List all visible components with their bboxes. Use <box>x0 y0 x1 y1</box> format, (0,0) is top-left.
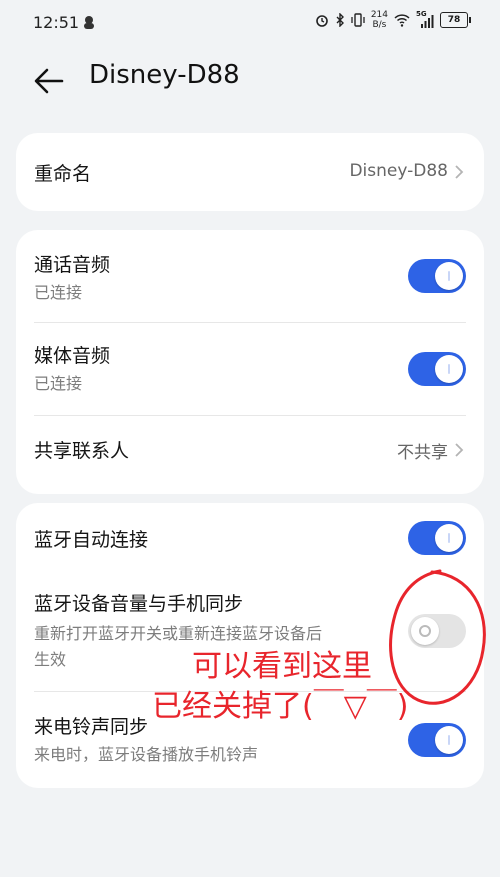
alarm-icon <box>316 15 328 27</box>
call-audio-status: 已连接 <box>34 283 83 302</box>
page-header: Disney-D88 <box>0 50 500 110</box>
auto-connect-title: 蓝牙自动连接 <box>34 529 149 551</box>
notification-icon <box>84 16 94 29</box>
chevron-right-icon <box>455 165 464 179</box>
network-speed: 214 B/s <box>371 10 388 30</box>
rename-card: 重命名 Disney-D88 <box>16 133 484 211</box>
status-bar: 12:51 214 B/s 5G 78 <box>0 0 500 46</box>
rename-row[interactable]: 重命名 Disney-D88 <box>16 133 484 211</box>
cellular-signal-icon: 5G <box>416 10 434 28</box>
volume-sync-desc-line2: 生效 <box>34 650 67 669</box>
annotation-line-2: 已经关掉了(￣▽￣) <box>152 689 409 724</box>
battery-indicator: 78 <box>440 12 471 28</box>
call-audio-row: 通话音频 已连接 <box>16 230 484 322</box>
share-contacts-title: 共享联系人 <box>34 440 130 462</box>
call-audio-toggle[interactable] <box>408 259 466 293</box>
ringtone-sync-desc: 来电时，蓝牙设备播放手机铃声 <box>34 745 259 764</box>
ringtone-sync-title: 来电铃声同步 <box>34 716 149 738</box>
vibrate-icon <box>351 13 365 27</box>
net-speed-unit: B/s <box>372 20 387 30</box>
rename-label: 重命名 <box>34 163 92 185</box>
share-contacts-row[interactable]: 共享联系人 不共享 <box>16 416 484 494</box>
audio-settings-card: 通话音频 已连接 媒体音频 已连接 共享联系人 不共享 <box>16 230 484 494</box>
chevron-right-icon <box>455 443 464 457</box>
media-audio-status: 已连接 <box>34 374 83 393</box>
back-arrow-icon[interactable] <box>32 64 66 98</box>
volume-sync-title: 蓝牙设备音量与手机同步 <box>34 593 244 615</box>
net-speed-value: 214 <box>370 10 388 20</box>
ringtone-sync-toggle[interactable] <box>408 723 466 757</box>
share-contacts-value: 不共享 <box>397 443 448 463</box>
auto-connect-toggle[interactable] <box>408 521 466 555</box>
media-audio-toggle[interactable] <box>408 352 466 386</box>
device-name-value: Disney-D88 <box>349 161 448 181</box>
bluetooth-icon <box>336 13 344 27</box>
page-title: Disney-D88 <box>89 60 240 90</box>
call-audio-title: 通话音频 <box>34 254 111 276</box>
media-audio-title: 媒体音频 <box>34 345 111 367</box>
auto-connect-row: 蓝牙自动连接 <box>16 503 484 573</box>
volume-sync-toggle[interactable] <box>408 614 466 648</box>
network-type: 5G <box>416 10 427 18</box>
wifi-icon <box>394 14 410 27</box>
annotation-line-1: 可以看到这里 <box>192 649 372 684</box>
status-time: 12:51 <box>33 13 80 32</box>
status-icons: 214 B/s 5G 78 <box>315 10 471 30</box>
media-audio-row: 媒体音频 已连接 <box>16 323 484 415</box>
